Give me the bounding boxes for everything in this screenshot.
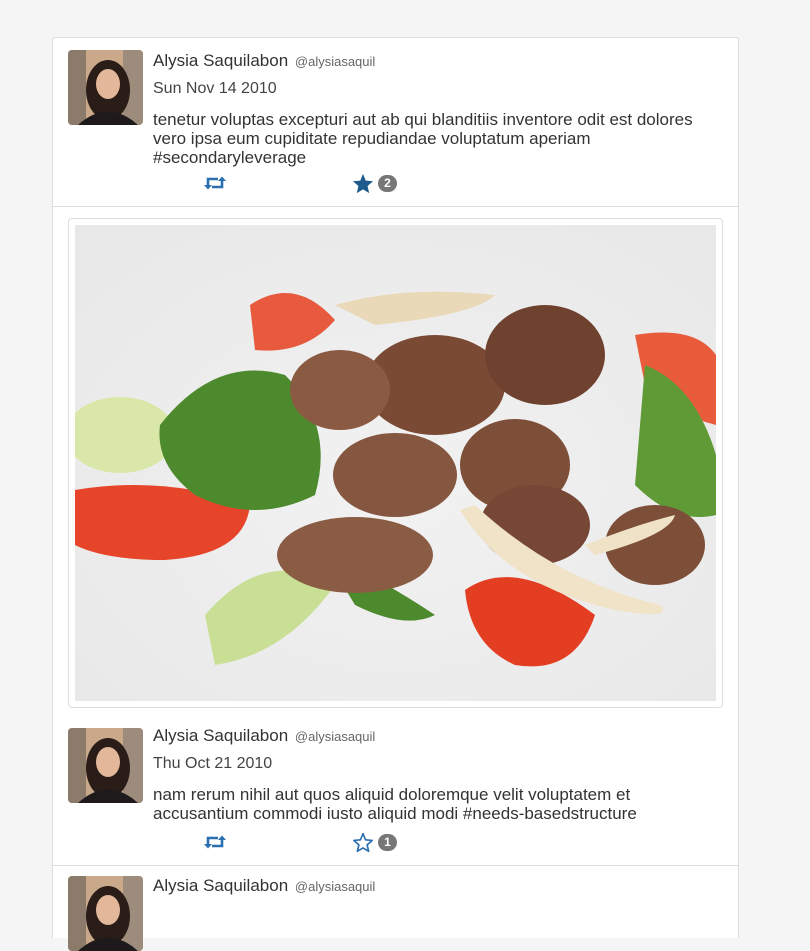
- favorite-count-badge: 1: [378, 834, 397, 851]
- tweet-date: Sun Nov 14 2010: [153, 80, 277, 97]
- divider: [53, 865, 738, 866]
- author-handle[interactable]: @alysiasaquil: [295, 54, 375, 69]
- author-name[interactable]: Alysia Saquilabon: [153, 876, 288, 895]
- retweet-icon: [204, 835, 226, 849]
- author-name[interactable]: Alysia Saquilabon: [153, 726, 288, 745]
- author-row: Alysia Saquilabon @alysiasaquil: [153, 726, 718, 747]
- favorite-button[interactable]: 1: [352, 832, 397, 853]
- author-handle[interactable]: @alysiasaquil: [295, 729, 375, 744]
- tweet-body: Alysia Saquilabon @alysiasaquil Sun Nov …: [153, 51, 718, 167]
- tweet-actions: 2: [53, 173, 653, 195]
- star-outline-icon: [353, 832, 373, 853]
- tweet-text: nam rerum nihil aut quos aliquid dolorem…: [153, 785, 637, 823]
- tweet-media-image[interactable]: [68, 218, 723, 708]
- author-row: Alysia Saquilabon @alysiasaquil: [153, 51, 718, 72]
- divider: [53, 206, 738, 207]
- author-handle[interactable]: @alysiasaquil: [295, 879, 375, 894]
- favorite-button[interactable]: 2: [352, 173, 397, 194]
- food-photo: [75, 225, 716, 701]
- author-row: Alysia Saquilabon @alysiasaquil: [153, 876, 718, 897]
- author-name[interactable]: Alysia Saquilabon: [153, 51, 288, 70]
- retweet-button[interactable]: [203, 832, 227, 857]
- tweet-actions: 1: [53, 832, 653, 854]
- avatar[interactable]: [68, 728, 143, 803]
- avatar[interactable]: [68, 50, 143, 125]
- avatar[interactable]: [68, 876, 143, 951]
- tweet-feed: Alysia Saquilabon @alysiasaquil Sun Nov …: [52, 37, 739, 951]
- star-icon: [352, 173, 374, 194]
- retweet-icon: [204, 176, 226, 190]
- favorite-count-badge: 2: [378, 175, 397, 192]
- tweet-text: tenetur voluptas excepturi aut ab qui bl…: [153, 110, 693, 167]
- retweet-button[interactable]: [203, 173, 227, 198]
- tweet-body: Alysia Saquilabon @alysiasaquil Thu Oct …: [153, 726, 718, 823]
- tweet-body: Alysia Saquilabon @alysiasaquil: [153, 876, 718, 897]
- tweet-date: Thu Oct 21 2010: [153, 755, 273, 772]
